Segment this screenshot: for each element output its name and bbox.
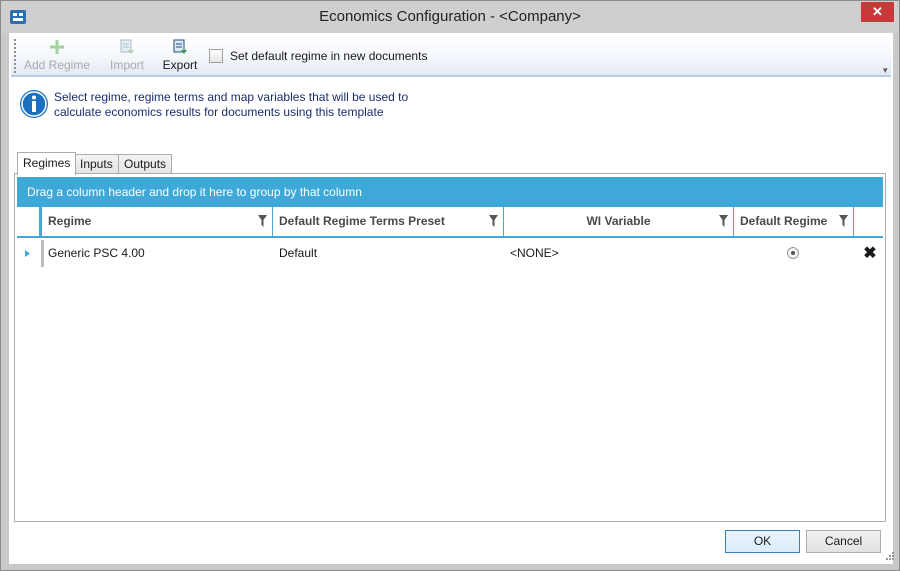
add-regime-label: Add Regime [23,58,91,72]
tab-regimes[interactable]: Regimes [17,152,77,175]
tab-outputs[interactable]: Outputs [118,154,173,174]
filter-icon[interactable] [839,215,848,227]
grid-header: Regime Default Regime Terms Preset WI Va… [17,207,883,238]
resize-grip-icon[interactable] [885,551,895,561]
column-header-regime-label: Regime [48,214,92,228]
filter-icon[interactable] [719,215,728,227]
add-icon [50,40,64,54]
filter-icon[interactable] [489,215,498,227]
group-by-panel[interactable]: Drag a column header and drop it here to… [17,177,883,207]
window-title: Economics Configuration - <Company> [319,8,581,25]
toolbar-overflow-icon[interactable]: ▾ [883,65,893,77]
add-regime-button[interactable]: Add Regime [23,37,91,75]
export-button[interactable]: Export [159,37,201,75]
close-icon: ✕ [872,4,883,19]
regimes-panel: Drag a column header and drop it here to… [14,173,886,522]
info-line-1: Select regime, regime terms and map vari… [54,90,409,104]
toolbar: Add Regime Import Export Set default reg… [11,35,891,77]
export-icon [173,39,187,54]
tab-inputs[interactable]: Inputs [74,154,119,174]
economics-configuration-dialog: Economics Configuration - <Company> ✕ Ad… [0,0,900,571]
info-message: Select regime, regime terms and map vari… [54,90,434,120]
import-icon [120,39,134,54]
delete-icon[interactable]: ✖ [863,240,877,267]
column-header-wi-variable-label: WI Variable [586,214,651,228]
import-button[interactable]: Import [103,37,151,75]
close-button[interactable]: ✕ [861,2,894,22]
default-regime-radio[interactable] [787,247,799,259]
set-default-regime-checkbox[interactable] [209,49,223,63]
column-header-regime[interactable]: Regime [42,207,273,236]
info-line-2: calculate economics results for document… [54,105,384,119]
set-default-regime-label: Set default regime in new documents [230,49,428,63]
row-header-column [17,207,42,236]
column-header-default-regime-label: Default Regime [740,214,828,228]
row-indicator-icon [25,250,30,257]
cell-regime[interactable]: Generic PSC 4.00 [42,240,273,267]
export-label: Export [162,58,198,72]
info-icon [20,90,48,118]
column-header-preset-label: Default Regime Terms Preset [279,214,445,228]
cell-default-regime [734,240,854,267]
title-bar[interactable]: Economics Configuration - <Company> ✕ [1,1,899,33]
column-header-default-regime[interactable]: Default Regime [734,207,854,236]
import-label: Import [109,58,144,72]
table-row[interactable]: Generic PSC 4.00 Default <NONE> ✖ [17,240,883,267]
column-header-wi-variable[interactable]: WI Variable [504,207,734,236]
toolbar-grip[interactable] [14,39,16,73]
column-header-preset[interactable]: Default Regime Terms Preset [273,207,504,236]
cancel-button[interactable]: Cancel [806,530,881,553]
row-indicator[interactable] [17,240,44,267]
cell-preset[interactable]: Default [273,240,504,267]
cell-wi-variable[interactable]: <NONE> [504,240,734,267]
dialog-content: Add Regime Import Export Set default reg… [9,33,895,564]
filter-icon[interactable] [258,215,267,227]
ok-button[interactable]: OK [725,530,800,553]
